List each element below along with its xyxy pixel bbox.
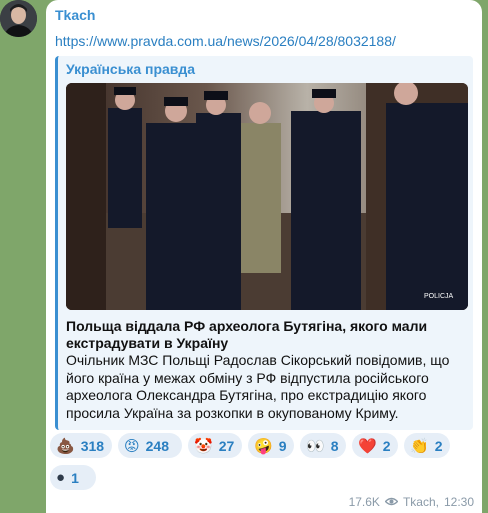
eye-icon <box>384 495 399 509</box>
reaction-count: 27 <box>218 437 235 454</box>
link-preview[interactable]: Українська правда POLICJA Польща віддала… <box>55 56 473 430</box>
reaction-heart[interactable]: ❤️ 2 <box>352 433 398 458</box>
preview-photo[interactable]: POLICJA <box>66 83 468 310</box>
article-link[interactable]: https://www.pravda.com.ua/news/2026/04/2… <box>55 33 396 49</box>
reaction-count: 9 <box>278 437 287 454</box>
reaction-clap[interactable]: 👏 2 <box>404 433 450 458</box>
message-bubble: Tkach https://www.pravda.com.ua/news/202… <box>46 0 482 513</box>
author-name[interactable]: Tkach <box>55 7 95 23</box>
reaction-count: 2 <box>382 437 391 454</box>
reaction-count: 318 <box>80 437 105 454</box>
police-escort-photo: POLICJA <box>66 83 468 310</box>
reaction-angry[interactable]: 😡 248 <box>118 433 182 458</box>
woozy-face-emoji-icon: 🤪 <box>254 437 273 455</box>
meta-separator: , <box>435 495 439 509</box>
view-count: 17.6K <box>348 495 380 509</box>
dark-ball-emoji-icon: ● <box>56 469 66 486</box>
avatar-portrait-image <box>0 0 37 37</box>
author-avatar[interactable] <box>0 0 37 37</box>
reaction-clown[interactable]: 🤡 27 <box>188 433 242 458</box>
reaction-count: 248 <box>145 437 169 454</box>
poop-emoji-icon: 💩 <box>56 437 75 455</box>
reaction-woozy[interactable]: 🤪 9 <box>248 433 294 458</box>
reaction-count: 1 <box>71 469 79 486</box>
photo-police-badge: POLICJA <box>424 293 454 300</box>
reaction-count: 8 <box>330 437 339 454</box>
red-heart-emoji-icon: ❤️ <box>358 437 377 455</box>
message-meta: 17.6K Tkach, 12:30 <box>349 495 474 509</box>
eyes-emoji-icon: 👀 <box>306 437 325 455</box>
post-time: 12:30 <box>443 495 474 509</box>
reaction-dark-ball[interactable]: ● 1 <box>50 465 96 490</box>
preview-site-name: Українська правда <box>66 61 196 77</box>
angry-face-emoji-icon: 😡 <box>124 437 140 455</box>
preview-description: Очільник МЗС Польщі Радослав Сікорський … <box>66 352 450 421</box>
reaction-poop[interactable]: 💩 318 <box>50 433 112 458</box>
clown-face-emoji-icon: 🤡 <box>194 437 213 455</box>
post-signature: Tkach <box>402 495 436 509</box>
clapping-hands-emoji-icon: 👏 <box>410 437 429 455</box>
reaction-count: 2 <box>434 437 443 454</box>
preview-headline: Польща віддала РФ археолога Бутягіна, як… <box>66 318 428 351</box>
reaction-eyes[interactable]: 👀 8 <box>300 433 346 458</box>
